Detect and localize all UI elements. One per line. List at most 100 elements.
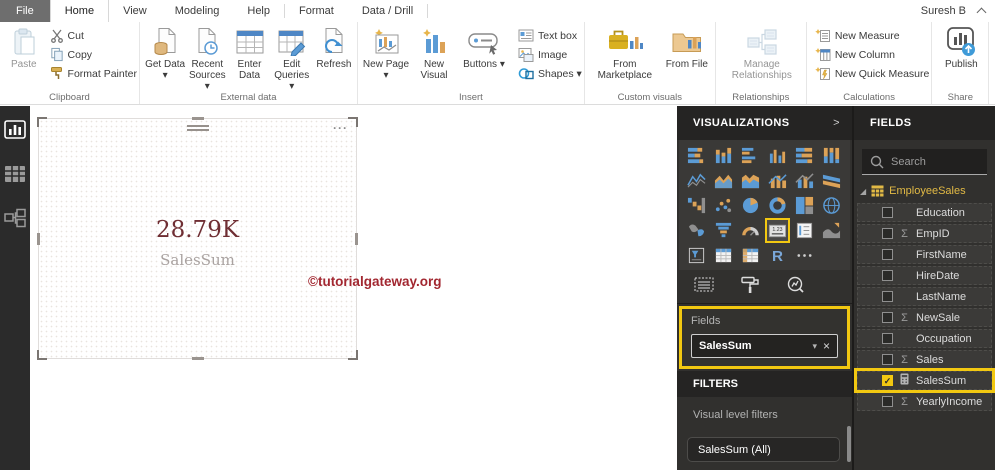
clustered-column-visual-icon[interactable] (767, 145, 788, 166)
stacked-area-visual-icon[interactable] (740, 170, 761, 191)
checkbox[interactable] (882, 312, 893, 323)
analytics-tab[interactable] (785, 275, 807, 298)
slicer-visual-icon[interactable] (686, 245, 707, 266)
refresh-button[interactable]: Refresh (313, 25, 355, 70)
field-row-yearlyincome[interactable]: Σ YearlyIncome (857, 392, 992, 411)
report-canvas[interactable]: ··· 28.79K SalesSum ©tutorialgateway.org (30, 106, 677, 470)
recent-sources-button[interactable]: Recent Sources ▾ (186, 25, 228, 93)
collapse-ribbon-icon[interactable] (976, 7, 987, 18)
tab-format[interactable]: Format (285, 0, 348, 22)
manage-relationships-button[interactable]: Manage Relationships (720, 25, 804, 81)
new-measure-button[interactable]: New Measure (815, 27, 930, 44)
field-row-occupation[interactable]: Occupation (857, 329, 992, 348)
data-view-button[interactable] (4, 165, 26, 188)
line-stacked-column-visual-icon[interactable] (767, 170, 788, 191)
buttons-button[interactable]: Buttons ▾ (458, 25, 510, 70)
scrollbar-thumb[interactable] (847, 426, 851, 462)
field-well-salessum[interactable]: SalesSum ▾ × (691, 334, 838, 358)
shapes-button[interactable]: Shapes ▾ (518, 65, 582, 82)
checkbox[interactable] (882, 291, 893, 302)
more-options-button[interactable]: ··· (333, 121, 348, 135)
matrix-visual-icon[interactable] (740, 245, 761, 266)
resize-handle-bottom[interactable] (191, 357, 204, 360)
edit-queries-button[interactable]: Edit Queries ▾ (271, 25, 313, 93)
checkbox[interactable] (882, 270, 893, 281)
new-column-button[interactable]: New Column (815, 46, 930, 63)
tab-help[interactable]: Help (233, 0, 284, 22)
resize-handle-bottom-left[interactable] (37, 350, 47, 360)
from-file-button[interactable]: From File (661, 25, 713, 70)
new-page-button[interactable]: New Page ▾ (362, 25, 410, 81)
cut-button[interactable]: Cut (50, 27, 137, 44)
line-clustered-column-visual-icon[interactable] (794, 170, 815, 191)
treemap-visual-icon[interactable] (794, 195, 815, 216)
report-view-button[interactable] (4, 120, 26, 145)
card-visual-icon[interactable]: 1.23 (765, 218, 790, 243)
table-node-employeesales[interactable]: ◢ EmployeeSales (854, 181, 995, 203)
donut-visual-icon[interactable] (767, 195, 788, 216)
filter-pill-salessum[interactable]: SalesSum (All) (687, 437, 840, 462)
waterfall-visual-icon[interactable] (686, 195, 707, 216)
from-marketplace-button[interactable]: From Marketplace (589, 25, 661, 81)
funnel-visual-icon[interactable] (713, 220, 734, 241)
enter-data-button[interactable]: Enter Data (228, 25, 270, 81)
format-painter-button[interactable]: Format Painter (50, 65, 137, 82)
field-well-dropdown-icon[interactable]: ▾ (812, 341, 817, 352)
kpi-visual-icon[interactable] (821, 220, 842, 241)
checkbox[interactable] (882, 396, 893, 407)
search-box[interactable] (862, 149, 987, 175)
tab-view[interactable]: View (109, 0, 161, 22)
model-view-button[interactable] (4, 208, 26, 233)
clustered-bar-visual-icon[interactable] (740, 145, 761, 166)
scatter-visual-icon[interactable] (713, 195, 734, 216)
checkbox-checked[interactable]: ✓ (882, 375, 893, 386)
stacked-column-100-visual-icon[interactable] (821, 145, 842, 166)
more-visual-icon[interactable] (794, 245, 815, 266)
field-row-firstname[interactable]: FirstName (857, 245, 992, 264)
multi-row-card-visual-icon[interactable] (794, 220, 815, 241)
signed-in-user[interactable]: Suresh B (921, 5, 966, 17)
paste-button[interactable]: Paste (4, 25, 44, 70)
image-button[interactable]: Image (518, 46, 582, 63)
tab-home[interactable]: Home (49, 0, 110, 22)
line-visual-icon[interactable] (686, 170, 707, 191)
field-well-remove-icon[interactable]: × (823, 339, 830, 353)
stacked-column-visual-icon[interactable] (713, 145, 734, 166)
tab-modeling[interactable]: Modeling (161, 0, 234, 22)
map-visual-icon[interactable] (821, 195, 842, 216)
filled-map-visual-icon[interactable] (686, 220, 707, 241)
stacked-bar-100-visual-icon[interactable] (794, 145, 815, 166)
gauge-visual-icon[interactable] (740, 220, 761, 241)
new-visual-button[interactable]: New Visual (410, 25, 458, 81)
resize-handle-top[interactable] (191, 117, 204, 120)
field-row-newsale[interactable]: Σ NewSale (857, 308, 992, 327)
tab-file[interactable]: File (0, 0, 50, 22)
ribbon-chart-visual-icon[interactable] (821, 170, 842, 191)
expand-triangle-icon[interactable]: ◢ (860, 187, 866, 196)
resize-handle-top-right[interactable] (348, 117, 358, 127)
get-data-button[interactable]: Get Data ▾ (144, 25, 186, 81)
resize-handle-bottom-right[interactable] (348, 350, 358, 360)
collapse-panel-icon[interactable]: > (833, 117, 840, 129)
field-row-sales[interactable]: Σ Sales (857, 350, 992, 369)
drag-grip-icon[interactable] (186, 125, 209, 133)
table-visual-icon[interactable] (713, 245, 734, 266)
tab-data-drill[interactable]: Data / Drill (348, 0, 427, 22)
stacked-bar-visual-icon[interactable] (686, 145, 707, 166)
search-input[interactable] (891, 155, 977, 168)
publish-button[interactable]: Publish (936, 25, 986, 70)
r-script-visual-icon[interactable]: R (767, 245, 788, 266)
format-paint-roller-tab[interactable] (739, 275, 761, 298)
pie-visual-icon[interactable] (740, 195, 761, 216)
field-row-salessum[interactable]: ✓ SalesSum (854, 368, 995, 393)
field-row-education[interactable]: Education (857, 203, 992, 222)
field-row-hiredate[interactable]: HireDate (857, 266, 992, 285)
checkbox[interactable] (882, 207, 893, 218)
area-visual-icon[interactable] (713, 170, 734, 191)
checkbox[interactable] (882, 333, 893, 344)
checkbox[interactable] (882, 249, 893, 260)
text-box-button[interactable]: Text box (518, 27, 582, 44)
field-row-empid[interactable]: Σ EmpID (857, 224, 992, 243)
checkbox[interactable] (882, 228, 893, 239)
checkbox[interactable] (882, 354, 893, 365)
